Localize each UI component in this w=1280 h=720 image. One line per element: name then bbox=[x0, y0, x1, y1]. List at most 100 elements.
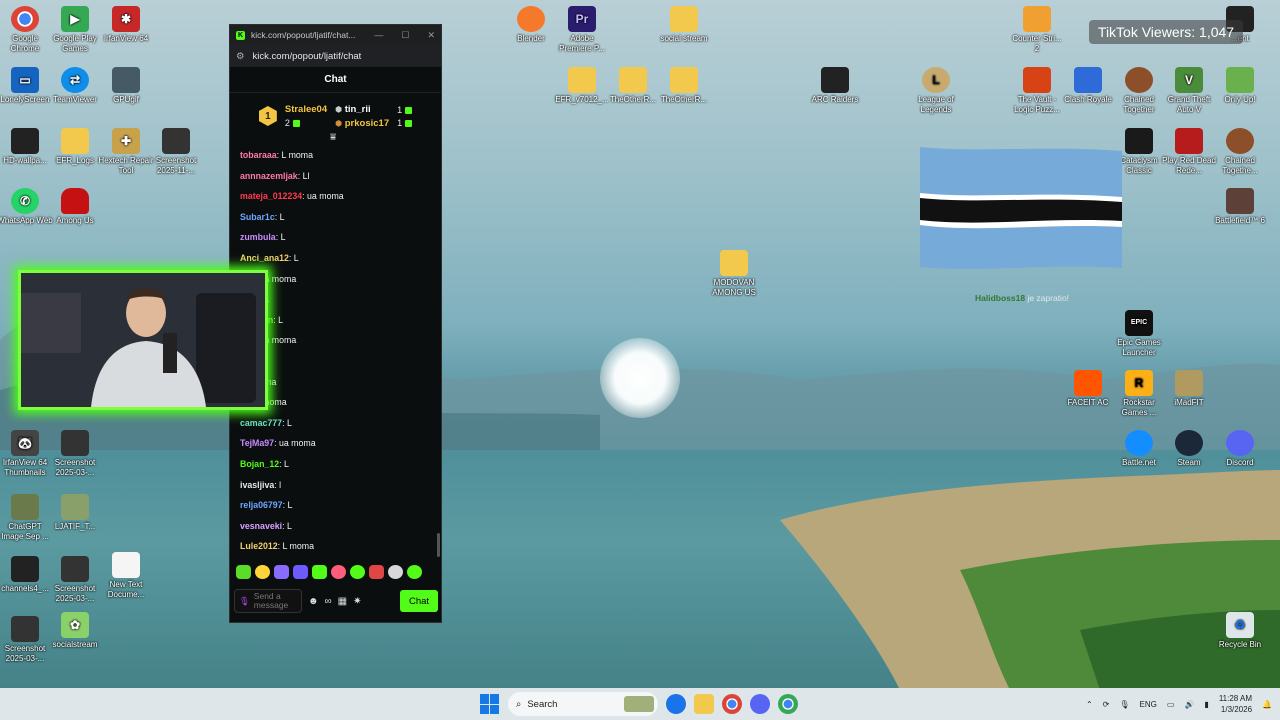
desktop-icon-ljatif[interactable]: LJATIF_T... bbox=[47, 494, 103, 532]
settings-gear-icon[interactable]: ✷ bbox=[353, 596, 361, 607]
expand-chevron-icon[interactable]: ⩸ bbox=[330, 132, 336, 143]
chat-username[interactable]: mateja_012234 bbox=[240, 191, 302, 201]
desktop-icon-recycle-bin[interactable]: ♻ Recycle Bin bbox=[1212, 612, 1268, 650]
notifications-icon[interactable]: 🔔 bbox=[1262, 700, 1272, 709]
monitor-icon[interactable]: ▭ bbox=[1167, 700, 1175, 709]
desktop-icon-screenshot-2[interactable]: Screenshot 2025-03-... bbox=[47, 430, 103, 478]
chat-username[interactable]: Subar1c bbox=[240, 212, 275, 222]
desktop-icon-among-us[interactable]: Among Us bbox=[47, 188, 103, 226]
desktop-icon-wallpaper[interactable]: HD-wallpa... bbox=[0, 128, 53, 166]
windows-start-icon[interactable] bbox=[480, 694, 500, 714]
emote-picker-icon[interactable]: ☻ bbox=[308, 596, 319, 607]
store-icon[interactable]: ▦ bbox=[338, 596, 347, 607]
desktop-icon-socialstream[interactable]: ✿ socialstream bbox=[47, 612, 103, 650]
site-settings-icon[interactable]: ⚙ bbox=[236, 51, 245, 62]
window-titlebar[interactable]: K kick.com/popout/ljatif/chat... — ☐ ✕ bbox=[230, 25, 441, 45]
chat-username[interactable]: Bojan_12 bbox=[240, 459, 279, 469]
file-explorer-icon[interactable] bbox=[694, 694, 714, 714]
emote-icon[interactable] bbox=[312, 565, 327, 579]
desktop-icon-battlenet[interactable]: Battle.net bbox=[1111, 430, 1167, 468]
desktop-icon-cs2[interactable]: Counter Stri... 2 bbox=[1009, 6, 1065, 54]
chat-username[interactable]: relja06797 bbox=[240, 500, 283, 510]
desktop-icon-screenshot-3[interactable]: Screenshot 2025-03-... bbox=[47, 556, 103, 604]
chat-username[interactable]: ivasljiva bbox=[240, 480, 274, 490]
chat-username[interactable]: Anci_ana12 bbox=[240, 253, 289, 263]
leader-third-name[interactable]: prkosic17 bbox=[345, 118, 389, 129]
desktop-icon-blender[interactable]: Blender bbox=[503, 6, 559, 44]
desktop-icon-efr-folder[interactable]: EFR_v7012_... bbox=[554, 67, 610, 105]
chat-username[interactable]: annnazemljak bbox=[240, 171, 298, 181]
leader-second-name[interactable]: tin_rii bbox=[345, 104, 371, 115]
desktop-icon-imadfit[interactable]: iMadFIT bbox=[1161, 370, 1217, 408]
emote-icon[interactable] bbox=[388, 565, 403, 579]
chat-input[interactable]: 🎙 Send a message bbox=[234, 589, 302, 613]
emote-icon[interactable] bbox=[255, 565, 270, 579]
desktop-icon-irfanview-thumbs[interactable]: 🐼 IrfanView 64 Thumbnails bbox=[0, 430, 53, 478]
desktop-icon-whatsapp[interactable]: ✆ WhatsApp Web bbox=[0, 188, 53, 226]
desktop-icon-steam[interactable]: Steam bbox=[1161, 430, 1217, 468]
chat-username[interactable]: vesnaveki bbox=[240, 521, 282, 531]
desktop-icon-theother-2[interactable]: TheOtherR... bbox=[656, 67, 712, 105]
desktop-icon-screenshot-1[interactable]: Screenshot 2025-11-... bbox=[148, 128, 204, 176]
desktop-icon-gta[interactable]: V Grand Theft Auto V bbox=[1161, 67, 1217, 115]
desktop-icon-discord[interactable]: Discord bbox=[1212, 430, 1268, 468]
chrome-profile-icon[interactable] bbox=[778, 694, 798, 714]
edge-icon[interactable] bbox=[666, 694, 686, 714]
microphone-tray-icon[interactable]: 🎙 bbox=[1119, 700, 1129, 709]
language-indicator[interactable]: ENG bbox=[1140, 700, 1157, 709]
desktop-icon-rockstar[interactable]: R Rockstar Games ... bbox=[1111, 370, 1167, 418]
desktop-icon-lonelyscreen[interactable]: ▭ LonelyScreen bbox=[0, 67, 53, 105]
desktop-icon-arc-raiders[interactable]: ARC Raiders bbox=[807, 67, 863, 105]
desktop-icon-chained-together[interactable]: Chained Together bbox=[1111, 67, 1167, 115]
desktop-icon-new-text[interactable]: New Text Docume... bbox=[98, 552, 154, 600]
desktop-icon-hextech[interactable]: ✚ Hextech Repair Tool bbox=[98, 128, 154, 176]
network-sync-icon[interactable]: ⟳ bbox=[1103, 700, 1110, 709]
desktop-icon-only-up[interactable]: Only Up! bbox=[1212, 67, 1268, 105]
chat-username[interactable]: camac777 bbox=[240, 418, 282, 428]
desktop-icon-social-stream-folder[interactable]: social stream bbox=[656, 6, 712, 44]
emote-icon[interactable] bbox=[236, 565, 251, 579]
desktop-icon-irfanview[interactable]: ✱ IrfanView 64 bbox=[98, 6, 154, 44]
chat-scrollbar[interactable] bbox=[437, 533, 440, 557]
leader-first-name[interactable]: Stralee04 bbox=[285, 104, 327, 115]
desktop-icon-rdr[interactable]: Play Red Dead Rede... bbox=[1161, 128, 1217, 176]
minimize-icon[interactable]: — bbox=[374, 30, 383, 41]
chat-username[interactable]: TejMa97 bbox=[240, 438, 274, 448]
desktop-icon-clash-royale[interactable]: Clash Royale bbox=[1060, 67, 1116, 105]
desktop-icon-battlefield[interactable]: Battlefield™ 6 bbox=[1212, 188, 1268, 226]
emote-icon[interactable] bbox=[293, 565, 308, 579]
taskbar-search[interactable]: ⌕ Search bbox=[508, 692, 658, 716]
desktop-icon-theother-1[interactable]: TheOtherR... bbox=[605, 67, 661, 105]
discord-icon[interactable] bbox=[750, 694, 770, 714]
desktop-icon-screenshot-4[interactable]: Screenshot 2025-03-... bbox=[0, 616, 53, 664]
emote-icon[interactable] bbox=[369, 565, 384, 579]
volume-icon[interactable]: 🔊 bbox=[1184, 700, 1194, 709]
desktop-icon-vault[interactable]: The Vault - Logic Puzz... bbox=[1009, 67, 1065, 115]
desktop-icon-channels4[interactable]: channels4_... bbox=[0, 556, 53, 594]
emote-icon[interactable] bbox=[407, 565, 422, 579]
chevron-up-icon[interactable]: ⌃ bbox=[1086, 700, 1093, 709]
chat-username[interactable]: tobaraaa bbox=[240, 150, 277, 160]
desktop-icon-teamviewer[interactable]: ⇄ TeamViewer bbox=[47, 67, 103, 105]
chrome-icon[interactable] bbox=[722, 694, 742, 714]
close-icon[interactable]: ✕ bbox=[427, 30, 435, 41]
desktop-icon-chrome[interactable]: Google Chrome bbox=[0, 6, 53, 54]
desktop-icon-modovan[interactable]: MODOVAN AMONG US bbox=[706, 250, 762, 298]
chat-username[interactable]: Lule2012 bbox=[240, 541, 278, 551]
desktop-icon-league[interactable]: L League of Legends bbox=[908, 67, 964, 115]
address-bar[interactable]: ⚙ kick.com/popout/ljatif/chat bbox=[230, 45, 441, 67]
desktop-icon-gpugif[interactable]: GPUgif bbox=[98, 67, 154, 105]
microphone-icon[interactable]: 🎙 bbox=[239, 596, 250, 606]
clock[interactable]: 11:28 AM 1/3/2026 bbox=[1219, 693, 1252, 715]
emote-icon[interactable] bbox=[331, 565, 346, 579]
desktop-icon-premiere[interactable]: Pr Adobe Premiere P... bbox=[554, 6, 610, 54]
desktop-icon-epic[interactable]: EPIC Epic Games Launcher bbox=[1111, 310, 1167, 358]
battery-icon[interactable]: ▮ bbox=[1204, 700, 1208, 709]
desktop-icon-efr-logs[interactable]: EFR_Logs bbox=[47, 128, 103, 166]
chat-username[interactable]: zumbula bbox=[240, 232, 276, 242]
emote-icon[interactable] bbox=[350, 565, 365, 579]
desktop-icon-chatgpt-image[interactable]: ChatGPT Image Sep ... bbox=[0, 494, 53, 542]
infinity-icon[interactable]: ∞ bbox=[325, 596, 332, 607]
emote-icon[interactable] bbox=[274, 565, 289, 579]
desktop-icon-faceit[interactable]: FACEIT AC bbox=[1060, 370, 1116, 408]
